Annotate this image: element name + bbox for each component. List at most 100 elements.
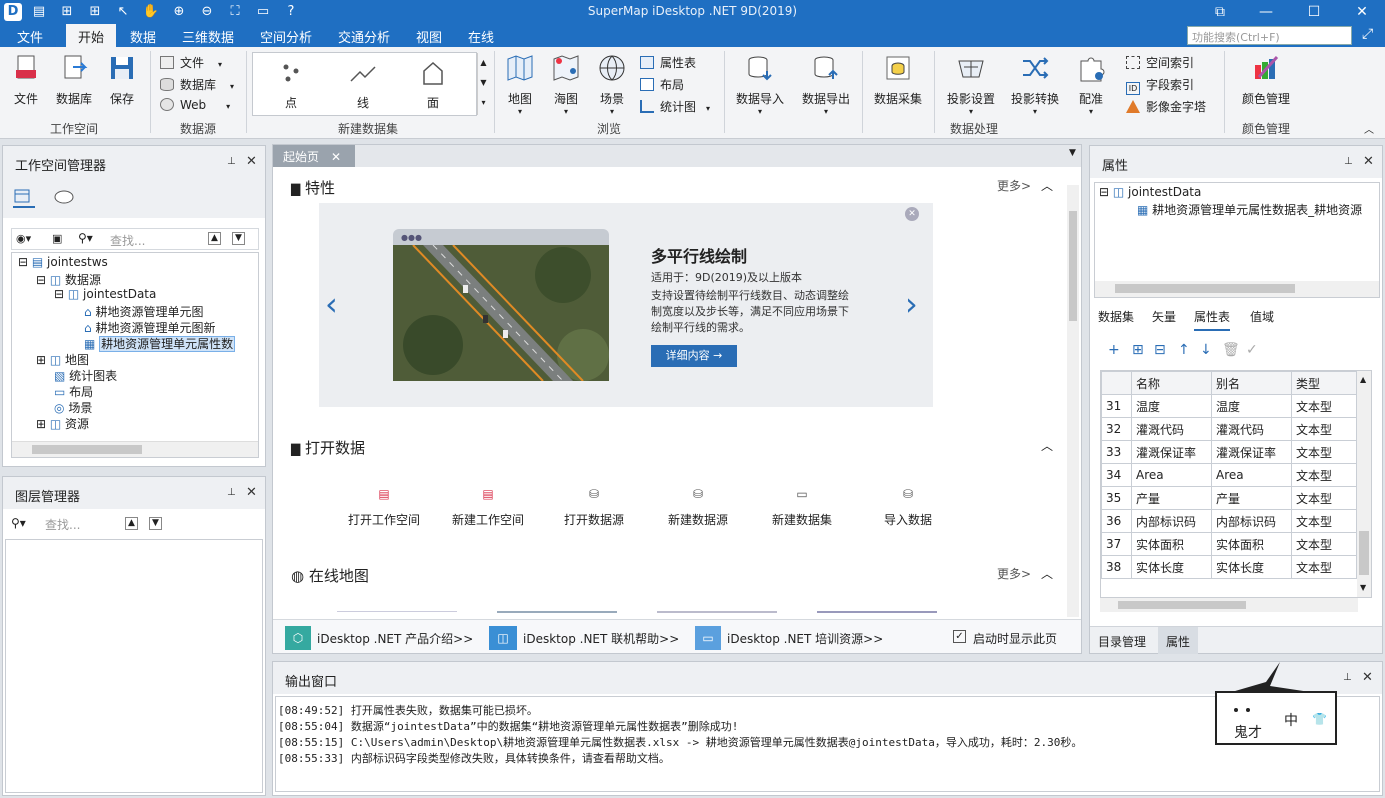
tree-item-scenes[interactable]: ◎ 场景 (54, 399, 92, 416)
expand-icon[interactable]: ⤢ (1362, 26, 1373, 42)
spatial-index-button[interactable]: 空间索引 (1126, 54, 1194, 71)
prop-tree-hscroll[interactable] (1095, 281, 1379, 297)
new-dataset-item[interactable]: ▭ 新建数据集 (757, 487, 847, 528)
field-row[interactable]: 32 灌溉代码 灌溉代码 文本型 (1101, 417, 1357, 441)
projection-convert-button[interactable]: 投影转换 ▾ (1006, 53, 1064, 116)
field-alias[interactable]: 产量 (1211, 486, 1292, 510)
ime-shirt-icon[interactable]: 👕 (1312, 712, 1327, 726)
field-alias[interactable]: 灌溉保证率 (1211, 440, 1292, 464)
carousel-close-icon[interactable]: ✕ (905, 207, 919, 221)
field-alias[interactable]: Area (1211, 463, 1292, 487)
open-workspace-item[interactable]: ▤ 打开工作空间 (339, 487, 429, 528)
field-name[interactable]: 产量 (1131, 486, 1212, 510)
field-name[interactable]: 实体面积 (1131, 532, 1212, 556)
file-workspace-button[interactable]: 文件 (8, 53, 44, 107)
product-intro-link[interactable]: iDesktop .NET 产品介绍>> (317, 630, 473, 647)
open-datasource-item[interactable]: ⛁ 打开数据源 (549, 487, 639, 528)
datasource-db-button[interactable]: 数据库 ▾ (160, 76, 234, 93)
field-alias[interactable]: 灌溉代码 (1211, 417, 1292, 441)
field-table-hscroll[interactable] (1100, 598, 1358, 612)
tree-item-charts[interactable]: ▧ 统计图表 (54, 367, 117, 384)
stat-chart-button[interactable]: 统计图 ▾ (640, 98, 710, 115)
data-collect-button[interactable]: 数据采集 (870, 53, 926, 107)
close-panel-icon[interactable]: ✕ (246, 154, 257, 169)
show-on-startup-checkbox[interactable]: ✓ (953, 630, 966, 643)
tab-catalog[interactable]: 目录管理 (1098, 633, 1146, 650)
cloud-db-tab-icon[interactable] (53, 188, 75, 207)
tab-data[interactable]: 数据 (130, 27, 156, 46)
tree-item-resources[interactable]: ⊞ ◫ 资源 (36, 415, 89, 432)
close-panel-icon[interactable]: ✕ (1362, 670, 1373, 685)
restore-layout-icon[interactable]: ⧉ (1210, 2, 1230, 22)
features-more-link[interactable]: 更多> (997, 177, 1031, 194)
ime-mode[interactable]: 中 (1284, 710, 1298, 730)
map-button[interactable]: 地图 ▾ (502, 53, 538, 116)
datasource-web-button[interactable]: Web ▾ (160, 98, 230, 112)
close-panel-icon[interactable]: ✕ (246, 485, 257, 500)
color-manage-button[interactable]: 颜色管理 (1236, 53, 1296, 107)
arrow-down-icon[interactable]: ▼ (149, 517, 162, 530)
field-type[interactable]: 文本型 (1291, 417, 1357, 441)
field-row[interactable]: 38 实体长度 实体长度 文本型 (1101, 555, 1357, 579)
tab-file[interactable]: 文件 (17, 27, 43, 46)
field-row[interactable]: 34 Area Area 文本型 (1101, 463, 1357, 487)
tree-item-maps[interactable]: ⊞ ◫ 地图 (36, 351, 89, 368)
field-name[interactable]: 灌溉保证率 (1131, 440, 1212, 464)
field-index-button[interactable]: ID 字段索引 (1126, 76, 1194, 95)
field-name[interactable]: Area (1131, 463, 1212, 487)
online-help-link[interactable]: iDesktop .NET 联机帮助>> (523, 630, 679, 647)
tree-item-dataset-3[interactable]: ▦ 耕地资源管理单元属性数 (84, 335, 236, 352)
field-name[interactable]: 实体长度 (1131, 555, 1212, 579)
arrow-up-icon[interactable]: ▲ (208, 232, 221, 245)
arrow-down-icon[interactable]: ▼ (232, 232, 245, 245)
import-data-item[interactable]: ⛁ 导入数据 (863, 487, 953, 528)
maximize-button[interactable]: ☐ (1304, 2, 1324, 22)
gallery-scroll[interactable]: ▲ ▼ ▾ (477, 53, 489, 115)
chart-button[interactable]: 海图 ▾ (548, 53, 584, 116)
layer-search-input[interactable]: 查找... (45, 516, 80, 533)
field-name[interactable]: 灌溉代码 (1131, 417, 1212, 441)
datasource-file-button[interactable]: 文件 ▾ (160, 54, 222, 71)
tab-domain[interactable]: 值域 (1250, 308, 1274, 325)
arrow-up-icon[interactable]: ▲ (125, 517, 138, 530)
tab-view[interactable]: 视图 (416, 27, 442, 46)
layout-button[interactable]: 布局 (640, 76, 684, 93)
projection-settings-button[interactable]: 投影设置 ▾ (942, 53, 1000, 116)
field-row[interactable]: 37 实体面积 实体面积 文本型 (1101, 532, 1357, 556)
tree-hscroll[interactable] (12, 441, 258, 457)
pin-icon[interactable]: ⊥ (1343, 672, 1352, 683)
ime-widget[interactable]: 鬼才 中 👕 (1214, 662, 1338, 746)
move-down-icon[interactable]: ↓ (1200, 342, 1212, 358)
start-page-vscroll[interactable] (1067, 185, 1079, 617)
tab-online[interactable]: 在线 (468, 27, 494, 46)
close-button[interactable]: ✕ (1352, 2, 1372, 22)
details-button[interactable]: 详细内容 → (651, 345, 737, 367)
tab-start-page[interactable]: 起始页 ✕ (273, 145, 355, 167)
delete-icon[interactable]: 🗑 (1222, 342, 1240, 358)
tree-item-workspace[interactable]: ⊟ ▤ jointestws (18, 255, 108, 269)
field-alias[interactable]: 内部标识码 (1211, 509, 1292, 533)
pin-icon[interactable]: ⊥ (227, 156, 236, 167)
workspace-tab-icon[interactable] (13, 188, 35, 208)
tab-vector[interactable]: 矢量 (1152, 308, 1176, 325)
field-type[interactable]: 文本型 (1291, 394, 1357, 418)
tab-start[interactable]: 开始 (66, 24, 117, 47)
new-point-dataset[interactable]: 点 (271, 59, 311, 111)
apply-icon[interactable]: ✓ (1246, 342, 1258, 358)
field-type[interactable]: 文本型 (1291, 509, 1357, 533)
carousel-next-icon[interactable]: › (905, 285, 918, 323)
field-row[interactable]: 35 产量 产量 文本型 (1101, 486, 1357, 510)
copy-field-icon[interactable]: ⊟ (1154, 342, 1166, 358)
collapse-icon[interactable]: ︿ (1041, 565, 1053, 582)
tree-item-layouts[interactable]: ▭ 布局 (54, 383, 93, 400)
tree-item-dataset-1[interactable]: ⌂ 耕地资源管理单元图 (84, 303, 203, 320)
tab-3d-data[interactable]: 三维数据 (182, 27, 234, 46)
field-name[interactable]: 内部标识码 (1131, 509, 1212, 533)
prop-tree-dataset[interactable]: ▦ 耕地资源管理单元属性数据表_耕地资源 (1137, 201, 1362, 218)
field-alias[interactable]: 实体长度 (1211, 555, 1292, 579)
tree-item-datasources[interactable]: ⊟ ◫ 数据源 (36, 271, 101, 288)
training-link[interactable]: iDesktop .NET 培训资源>> (727, 630, 883, 647)
locate-icon[interactable]: ▣ (52, 232, 62, 245)
new-region-dataset[interactable]: 面 (413, 59, 453, 111)
save-workspace-button[interactable]: 保存 (104, 53, 140, 107)
